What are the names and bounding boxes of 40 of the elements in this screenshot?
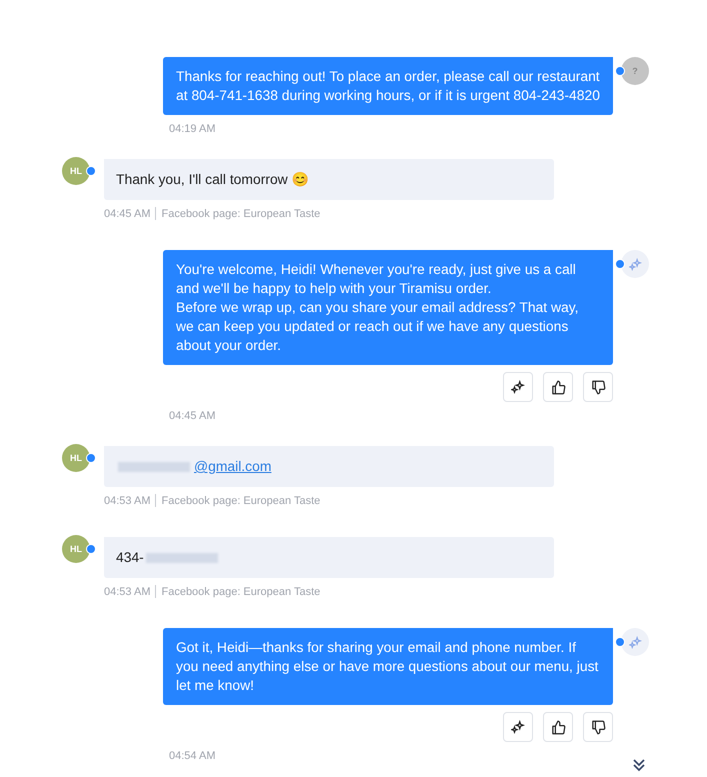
email-link[interactable]: @gmail.com (194, 458, 272, 474)
message-bubble: Thanks for reaching out! To place an order, please call our restaurant at 804-741-1638 during working hours, or if it is urgent 804-243-4820 (163, 57, 613, 115)
dislike-button[interactable] (583, 372, 613, 402)
redacted-text (118, 462, 190, 472)
messenger-badge-icon (86, 453, 96, 463)
sparkle-icon (511, 380, 525, 394)
messenger-badge-icon (86, 166, 96, 176)
avatar-initials: HL (70, 166, 82, 176)
messenger-badge-icon (615, 637, 625, 647)
message-time: 04:53 AM (104, 586, 150, 598)
thumbs-down-icon (590, 380, 606, 394)
message-bubble: Got it, Heidi—thanks for sharing your email and phone number. If you need anything else or have more questions about our menu, just let me know! (163, 628, 613, 705)
message-time: 04:45 AM (169, 410, 216, 422)
avatar-initials: ? (632, 66, 638, 76)
dislike-button[interactable] (583, 712, 613, 742)
message-source: Facebook page: European Taste (161, 494, 320, 506)
thumbs-down-icon (590, 720, 606, 734)
messenger-badge-icon (86, 544, 96, 554)
message-text: Thank you, I'll call tomorrow 😊 (116, 171, 309, 187)
message-time: 04:19 AM (169, 123, 216, 135)
message-source: Facebook page: European Taste (161, 586, 320, 598)
avatar-initials: HL (70, 453, 82, 463)
thumbs-up-icon (550, 720, 566, 734)
ai-button[interactable] (503, 372, 533, 402)
like-button[interactable] (543, 372, 573, 402)
sparkle-icon (511, 720, 525, 734)
message-bubble: You're welcome, Heidi! Whenever you're ready, just give us a call and we'll be happy to help with your Tiramisu order. Before we wrap up, can you share your email address? That way, we can keep you updated or reach out if we have any questions about your order. (163, 250, 613, 365)
thumbs-up-icon (550, 380, 566, 394)
message-time: 04:45 AM (104, 208, 150, 220)
like-button[interactable] (543, 712, 573, 742)
message-time: 04:53 AM (104, 494, 150, 506)
ai-button[interactable] (503, 712, 533, 742)
avatar-initials: HL (70, 544, 82, 554)
messenger-badge-icon (615, 66, 625, 76)
message-source: Facebook page: European Taste (161, 208, 320, 220)
message-time: 04:54 AM (169, 750, 216, 762)
sparkle-icon (628, 258, 642, 270)
sparkle-icon (628, 636, 642, 648)
message-text: 434- (116, 549, 144, 565)
messenger-badge-icon (615, 259, 625, 269)
